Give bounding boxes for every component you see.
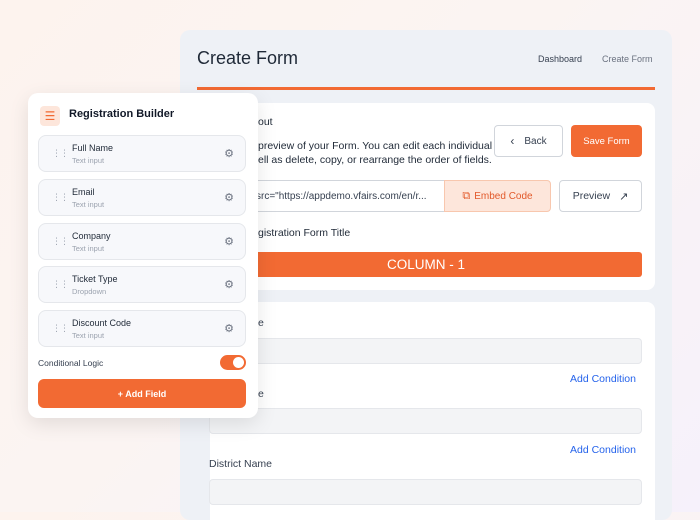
title-underline bbox=[197, 87, 655, 90]
embed-code-label: Embed Code bbox=[474, 190, 533, 202]
field-name: Full Name bbox=[72, 143, 114, 153]
page-title: Create Form bbox=[197, 48, 299, 68]
field-type: Text input bbox=[72, 244, 105, 253]
builder-field-company[interactable]: ⋮⋮ Company Text input ⚙ bbox=[38, 223, 246, 260]
field-type: Text input bbox=[72, 156, 105, 165]
field-label-1: e bbox=[258, 317, 264, 329]
add-condition-link-2[interactable]: Add Condition bbox=[570, 444, 636, 456]
drag-handle-icon[interactable]: ⋮⋮ bbox=[52, 192, 69, 203]
field-input-1[interactable] bbox=[209, 338, 642, 364]
form-title-label: gistration Form Title bbox=[258, 227, 351, 239]
district-name-label: District Name bbox=[209, 458, 273, 470]
gear-icon[interactable]: ⚙ bbox=[224, 235, 234, 248]
field-type: Dropdown bbox=[72, 287, 107, 296]
form-builder-icon: ☰ bbox=[40, 106, 60, 126]
field-label-2: e bbox=[258, 388, 264, 400]
builder-field-discount-code[interactable]: ⋮⋮ Discount Code Text input ⚙ bbox=[38, 310, 246, 347]
preview-button[interactable]: Preview ↗ bbox=[559, 180, 642, 212]
drag-handle-icon[interactable]: ⋮⋮ bbox=[52, 236, 69, 247]
gear-icon[interactable]: ⚙ bbox=[224, 322, 234, 335]
layout-description-1: preview of your Form. You can edit each … bbox=[258, 140, 493, 152]
copy-icon: ⧉ bbox=[462, 189, 471, 202]
drag-handle-icon[interactable]: ⋮⋮ bbox=[52, 323, 69, 334]
drag-handle-icon[interactable]: ⋮⋮ bbox=[52, 148, 69, 159]
field-name: Company bbox=[72, 231, 111, 241]
breadcrumb-dashboard[interactable]: Dashboard bbox=[538, 54, 582, 64]
add-field-label: + Add Field bbox=[117, 388, 167, 399]
gear-icon[interactable]: ⚙ bbox=[224, 191, 234, 204]
save-form-button[interactable]: Save Form bbox=[571, 125, 642, 157]
embed-code-value: src="https://appdemo.vfairs.com/en/r... bbox=[256, 191, 427, 202]
registration-builder-panel: ☰ Registration Builder ⋮⋮ Full Name Text… bbox=[28, 93, 258, 418]
column-header[interactable]: COLUMN - 1 bbox=[210, 252, 642, 277]
embed-code-button[interactable]: ⧉ Embed Code bbox=[444, 180, 551, 212]
back-label: Back bbox=[524, 135, 547, 147]
conditional-logic-label: Conditional Logic bbox=[38, 358, 104, 368]
drag-handle-icon[interactable]: ⋮⋮ bbox=[52, 279, 69, 290]
builder-field-ticket-type[interactable]: ⋮⋮ Ticket Type Dropdown ⚙ bbox=[38, 266, 246, 303]
preview-label: Preview bbox=[572, 190, 611, 202]
back-button[interactable]: ‹ Back bbox=[494, 125, 563, 157]
breadcrumb-create-form: Create Form bbox=[602, 54, 653, 64]
builder-title: Registration Builder bbox=[69, 108, 175, 120]
builder-field-full-name[interactable]: ⋮⋮ Full Name Text input ⚙ bbox=[38, 135, 246, 172]
field-type: Text input bbox=[72, 331, 105, 340]
gear-icon[interactable]: ⚙ bbox=[224, 278, 234, 291]
chevron-left-icon: ‹ bbox=[510, 134, 515, 148]
field-input-2[interactable] bbox=[209, 408, 642, 434]
builder-field-email[interactable]: ⋮⋮ Email Text input ⚙ bbox=[38, 179, 246, 216]
layout-heading: out bbox=[258, 116, 273, 128]
field-type: Text input bbox=[72, 200, 105, 209]
field-name: Ticket Type bbox=[72, 274, 118, 284]
field-name: Discount Code bbox=[72, 318, 132, 328]
toggle-knob bbox=[233, 357, 244, 368]
external-link-icon: ↗ bbox=[619, 190, 629, 203]
conditional-logic-toggle[interactable] bbox=[220, 355, 246, 370]
district-name-input[interactable] bbox=[209, 479, 642, 505]
add-field-button[interactable]: + Add Field bbox=[38, 379, 246, 408]
field-name: Email bbox=[72, 187, 95, 197]
add-condition-link-1[interactable]: Add Condition bbox=[570, 373, 636, 385]
gear-icon[interactable]: ⚙ bbox=[224, 147, 234, 160]
layout-description-2: ell as delete, copy, or rearrange the or… bbox=[258, 154, 492, 166]
